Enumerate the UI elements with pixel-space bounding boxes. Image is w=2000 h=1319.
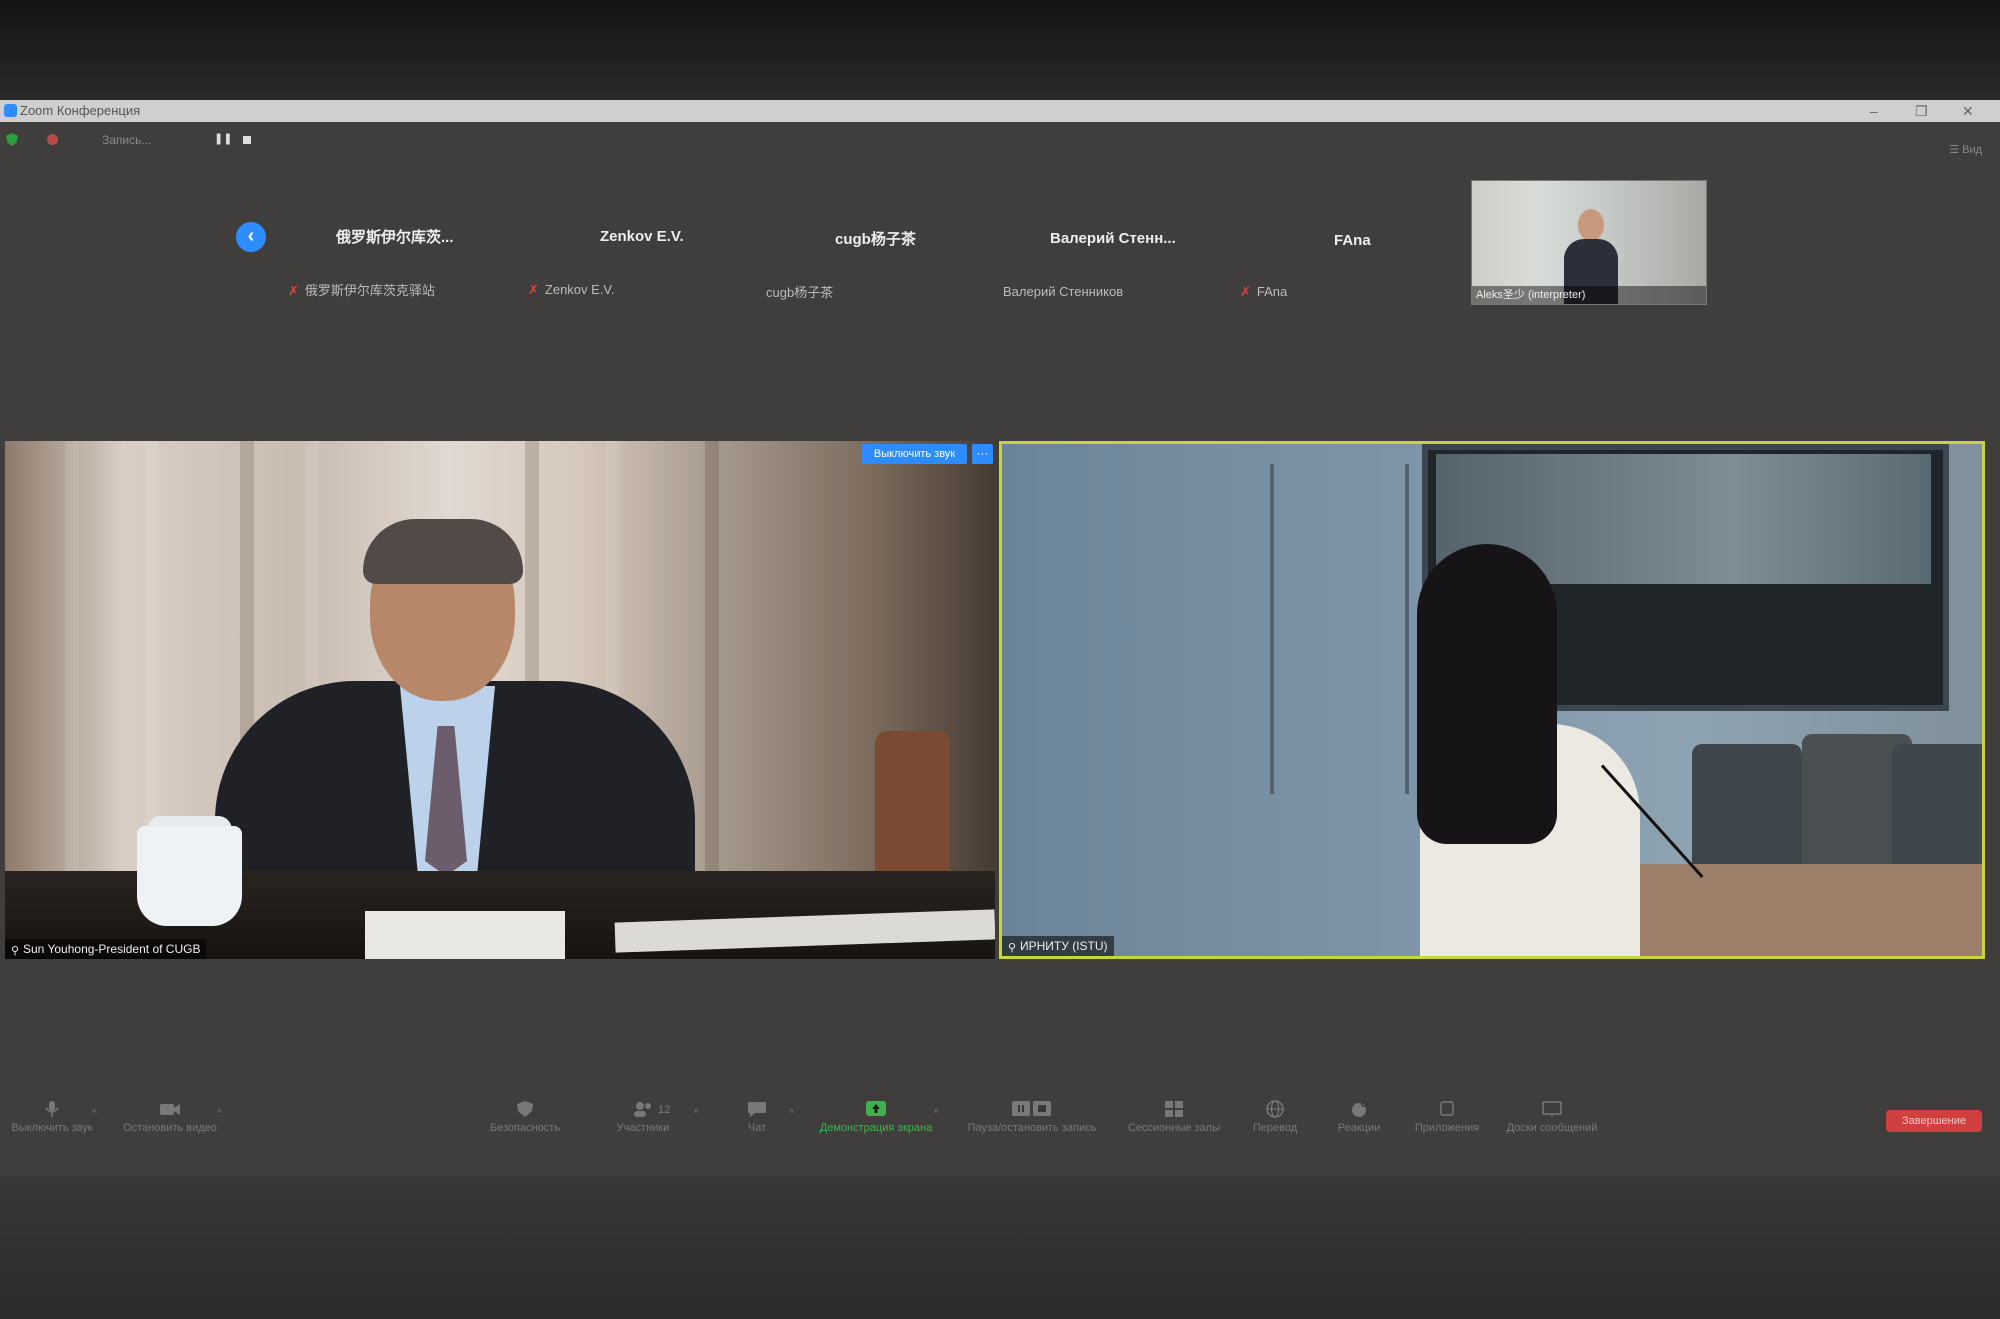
chevron-up-icon[interactable]: ^ (217, 1108, 222, 1119)
participant-tile-label: ✗ Zenkov E.V. (528, 282, 615, 298)
share-screen-label: Демонстрация экрана (819, 1122, 933, 1134)
security-label: Безопасность (489, 1122, 561, 1134)
share-screen-icon (866, 1101, 886, 1116)
window-title: Zoom Конференция (20, 103, 141, 118)
apps-icon (1440, 1101, 1454, 1116)
mute-button[interactable]: Выключить звук (0, 1100, 117, 1134)
shield-icon (517, 1101, 533, 1117)
video-name-text: Sun Youhong-President of CUGB (23, 942, 201, 956)
participants-label: Участники (616, 1122, 670, 1134)
mic-muted-icon: ✗ (288, 283, 299, 298)
video-camera-icon (160, 1104, 180, 1115)
mic-muted-icon: ✗ (1240, 284, 1251, 299)
participants-icon (634, 1102, 651, 1117)
breakout-rooms-icon (1165, 1101, 1183, 1117)
participant-tile-name[interactable]: cugb杨子茶 (835, 228, 916, 249)
chevron-up-icon[interactable]: ^ (92, 1108, 97, 1119)
video-name-text: ИРНИТУ (ISTU) (1020, 939, 1108, 953)
participant-label-text: Zenkov E.V. (544, 282, 615, 297)
whiteboard-label: Доски сообщений (1506, 1122, 1598, 1134)
reactions-label: Реакции (1337, 1122, 1381, 1134)
view-button[interactable]: ☰ Вид (1949, 143, 1982, 156)
pause-stop-recording-label: Пауза/остановить запись (967, 1122, 1097, 1134)
participant-video-thumbnail[interactable]: Aleks圣少 (interpreter) (1471, 180, 1707, 305)
share-screen-button[interactable]: Демонстрация экрана (811, 1100, 941, 1134)
stop-video-button[interactable]: Остановить видео (105, 1100, 235, 1134)
participant-tile-label: ✗ FAna (1240, 284, 1287, 300)
translate-label: Перевод (1252, 1122, 1298, 1134)
recording-label: Запись... (102, 133, 152, 147)
tea-cup-image (137, 826, 242, 926)
breakout-rooms-label: Сессионные залы (1127, 1122, 1221, 1134)
participant-tile-label: ✗ 俄罗斯伊尔库茨克驿站 (288, 280, 435, 299)
pause-recording-icon[interactable]: ❚❚ (214, 132, 232, 145)
zoom-app-icon (4, 104, 17, 117)
recording-dot-icon (47, 134, 58, 145)
apps-label: Приложения (1414, 1122, 1480, 1134)
participants-count: 12 (658, 1104, 671, 1116)
microphone-icon (45, 1101, 59, 1117)
globe-icon (1266, 1100, 1284, 1118)
participant-tile-name[interactable]: FAna (1334, 232, 1371, 249)
main-video-room[interactable]: ⚲ ИРНИТУ (ISTU) (999, 441, 1985, 959)
previous-page-button[interactable]: ‹ (236, 222, 266, 252)
chevron-up-icon[interactable]: ^ (789, 1108, 794, 1119)
mic-muted-icon: ✗ (528, 282, 539, 297)
end-meeting-button[interactable]: Завершение (1886, 1110, 1982, 1132)
chat-button[interactable]: Чат (692, 1100, 822, 1134)
participant-tile-name[interactable]: Валерий Стенн... (1050, 230, 1176, 247)
participant-label-text: 俄罗斯伊尔库茨克驿站 (304, 283, 435, 298)
view-button-label: Вид (1962, 144, 1982, 156)
smiley-plus-icon: + (1352, 1101, 1367, 1117)
participant-tile-name[interactable]: Zenkov E.V. (600, 228, 684, 245)
participant-label-text: FAna (1256, 284, 1288, 299)
mute-button-label: Выключить звук (11, 1122, 93, 1134)
pause-stop-recording-button[interactable]: Пауза/остановить запись (967, 1100, 1097, 1134)
participant-tile-name[interactable]: 俄罗斯伊尔库茨... (336, 226, 454, 247)
recording-bar: Запись... ❚❚ (0, 128, 400, 152)
maximize-button[interactable]: ❐ (1915, 100, 1928, 122)
whiteboard-icon (1542, 1101, 1562, 1117)
whiteboard-button[interactable]: Доски сообщений (1487, 1100, 1617, 1134)
thumbnail-name-label: Aleks圣少 (interpreter) (1472, 286, 1706, 304)
room-background-top (0, 0, 2000, 100)
chevron-up-icon[interactable]: ^ (934, 1108, 939, 1119)
main-video-speaker[interactable]: Выключить звук ··· ⚲ Sun Youhong-Preside… (5, 441, 995, 959)
chat-icon (748, 1102, 766, 1117)
minimize-button[interactable]: – (1870, 100, 1878, 122)
video-name-label: ⚲ Sun Youhong-President of CUGB (5, 939, 207, 959)
svg-text:+: + (1362, 1102, 1366, 1109)
title-bar: Zoom Конференция – ❐ ✕ (0, 100, 2000, 122)
room-background-bottom (0, 1175, 2000, 1319)
chevron-left-icon: ‹ (247, 225, 255, 247)
participants-button[interactable]: Участники (578, 1100, 708, 1134)
security-shield-icon (6, 133, 18, 146)
participant-tile-label: cugb杨子茶 (766, 285, 834, 300)
video-name-label: ⚲ ИРНИТУ (ISTU) (1002, 936, 1114, 956)
security-button[interactable]: Безопасность (460, 1100, 590, 1134)
close-button[interactable]: ✕ (1962, 100, 1974, 122)
stop-video-label: Остановить видео (123, 1122, 217, 1134)
more-options-button[interactable]: ··· (972, 444, 993, 464)
participant-tile-label: Валерий Стенников (1003, 284, 1124, 299)
pin-icon: ⚲ (11, 945, 20, 957)
stop-recording-icon[interactable] (243, 136, 251, 144)
pin-icon: ⚲ (1008, 942, 1017, 954)
pause-stop-icon (1012, 1101, 1051, 1116)
chat-label: Чат (747, 1122, 767, 1134)
mute-participant-button[interactable]: Выключить звук (862, 444, 967, 464)
